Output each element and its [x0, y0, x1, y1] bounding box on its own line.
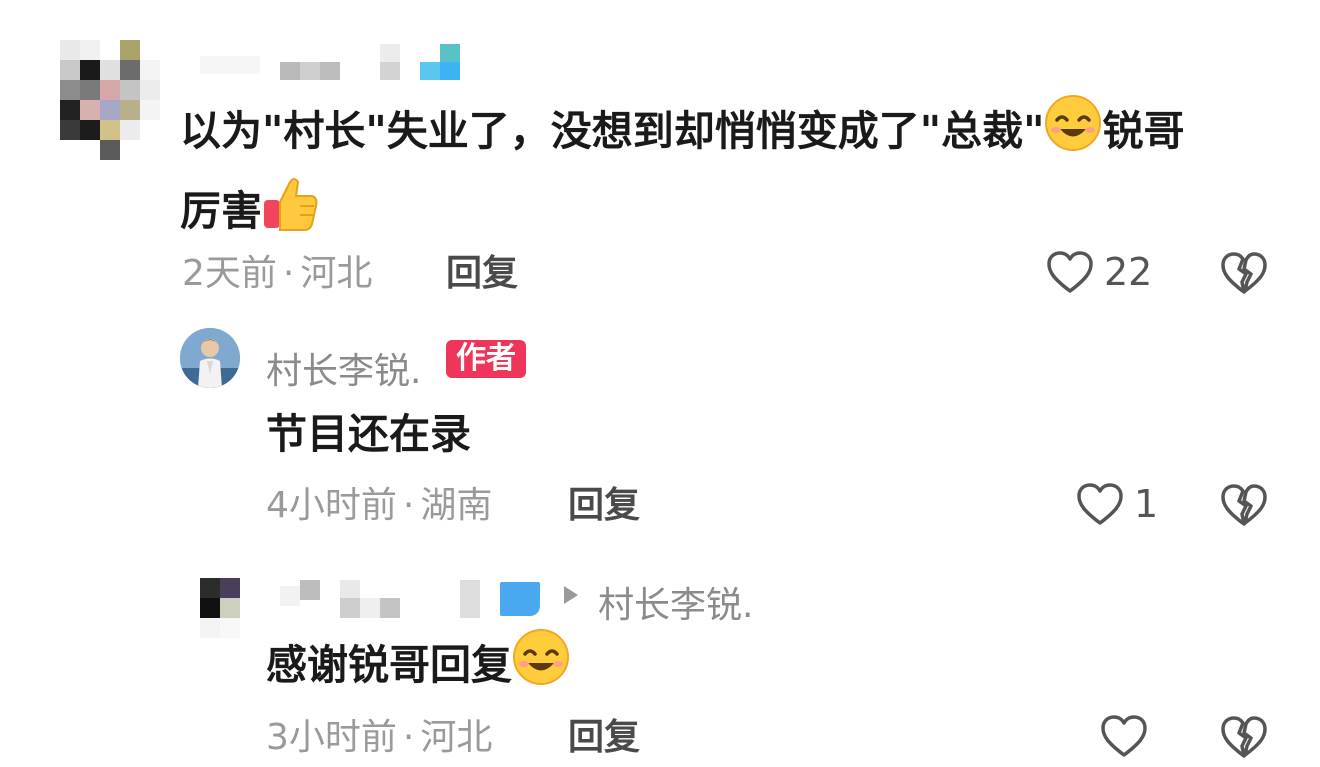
comment-location: 河北	[300, 253, 373, 294]
reply-text: 节目还在录	[266, 410, 471, 458]
dislike-button[interactable]	[1220, 482, 1268, 532]
avatar[interactable]	[60, 40, 160, 160]
comment-text-line1-tail: 锐哥	[1102, 107, 1185, 155]
broken-heart-icon	[1221, 484, 1267, 526]
meta-separator: ·	[402, 717, 415, 758]
smiling-face-emoji-icon	[512, 628, 570, 708]
broken-heart-icon	[1221, 716, 1267, 758]
reply-location: 湖南	[420, 485, 493, 526]
broken-heart-icon	[1221, 252, 1267, 294]
heart-icon	[1077, 483, 1123, 525]
reply-time: 3小时前	[266, 717, 397, 758]
comment-text-line2: 厉害	[180, 187, 262, 235]
like-count: 22	[1104, 250, 1153, 294]
reply-button[interactable]: 回复	[568, 720, 640, 756]
comment-text: 以为"村长"失业了，没想到却悄悄变成了"总裁" 锐哥 厉害	[180, 94, 1280, 254]
comment-time: 2天前	[182, 253, 277, 294]
reply-meta: 3小时前 · 河北	[266, 720, 492, 756]
author-badge: 作者	[446, 340, 526, 378]
author-name[interactable]: 村长李锐.	[266, 342, 421, 394]
reply-location: 河北	[420, 717, 493, 758]
reply-text: 感谢锐哥回复	[266, 628, 570, 708]
comment-meta: 2天前 · 河北	[182, 256, 372, 292]
thumbs-up-icon	[262, 174, 320, 254]
reply-meta: 4小时前 · 湖南	[266, 488, 492, 524]
heart-icon	[1101, 715, 1147, 757]
dislike-button[interactable]	[1220, 714, 1268, 764]
reply-text-content: 感谢锐哥回复	[266, 641, 512, 689]
meta-separator: ·	[402, 485, 415, 526]
author-avatar[interactable]	[180, 328, 240, 388]
reply-time: 4小时前	[266, 485, 397, 526]
reply-button[interactable]: 回复	[568, 488, 640, 524]
username-blurred[interactable]	[200, 44, 470, 82]
reply-to-arrow-icon	[562, 584, 580, 610]
reply-to-name[interactable]: 村长李锐.	[598, 576, 753, 628]
comment-text-line1: 以为"村长"失业了，没想到却悄悄变成了"总裁"	[180, 107, 1045, 155]
avatar[interactable]	[200, 578, 240, 638]
like-button[interactable]	[1100, 714, 1158, 758]
like-button[interactable]: 22	[1046, 250, 1152, 294]
heart-icon	[1047, 251, 1093, 293]
like-button[interactable]: 1	[1076, 482, 1158, 526]
like-count: 1	[1134, 482, 1159, 526]
dislike-button[interactable]	[1220, 250, 1268, 300]
smiling-face-emoji-icon	[1044, 94, 1102, 174]
meta-separator: ·	[282, 253, 295, 294]
username-blurred[interactable]	[280, 578, 544, 618]
reply-button[interactable]: 回复	[446, 256, 518, 292]
